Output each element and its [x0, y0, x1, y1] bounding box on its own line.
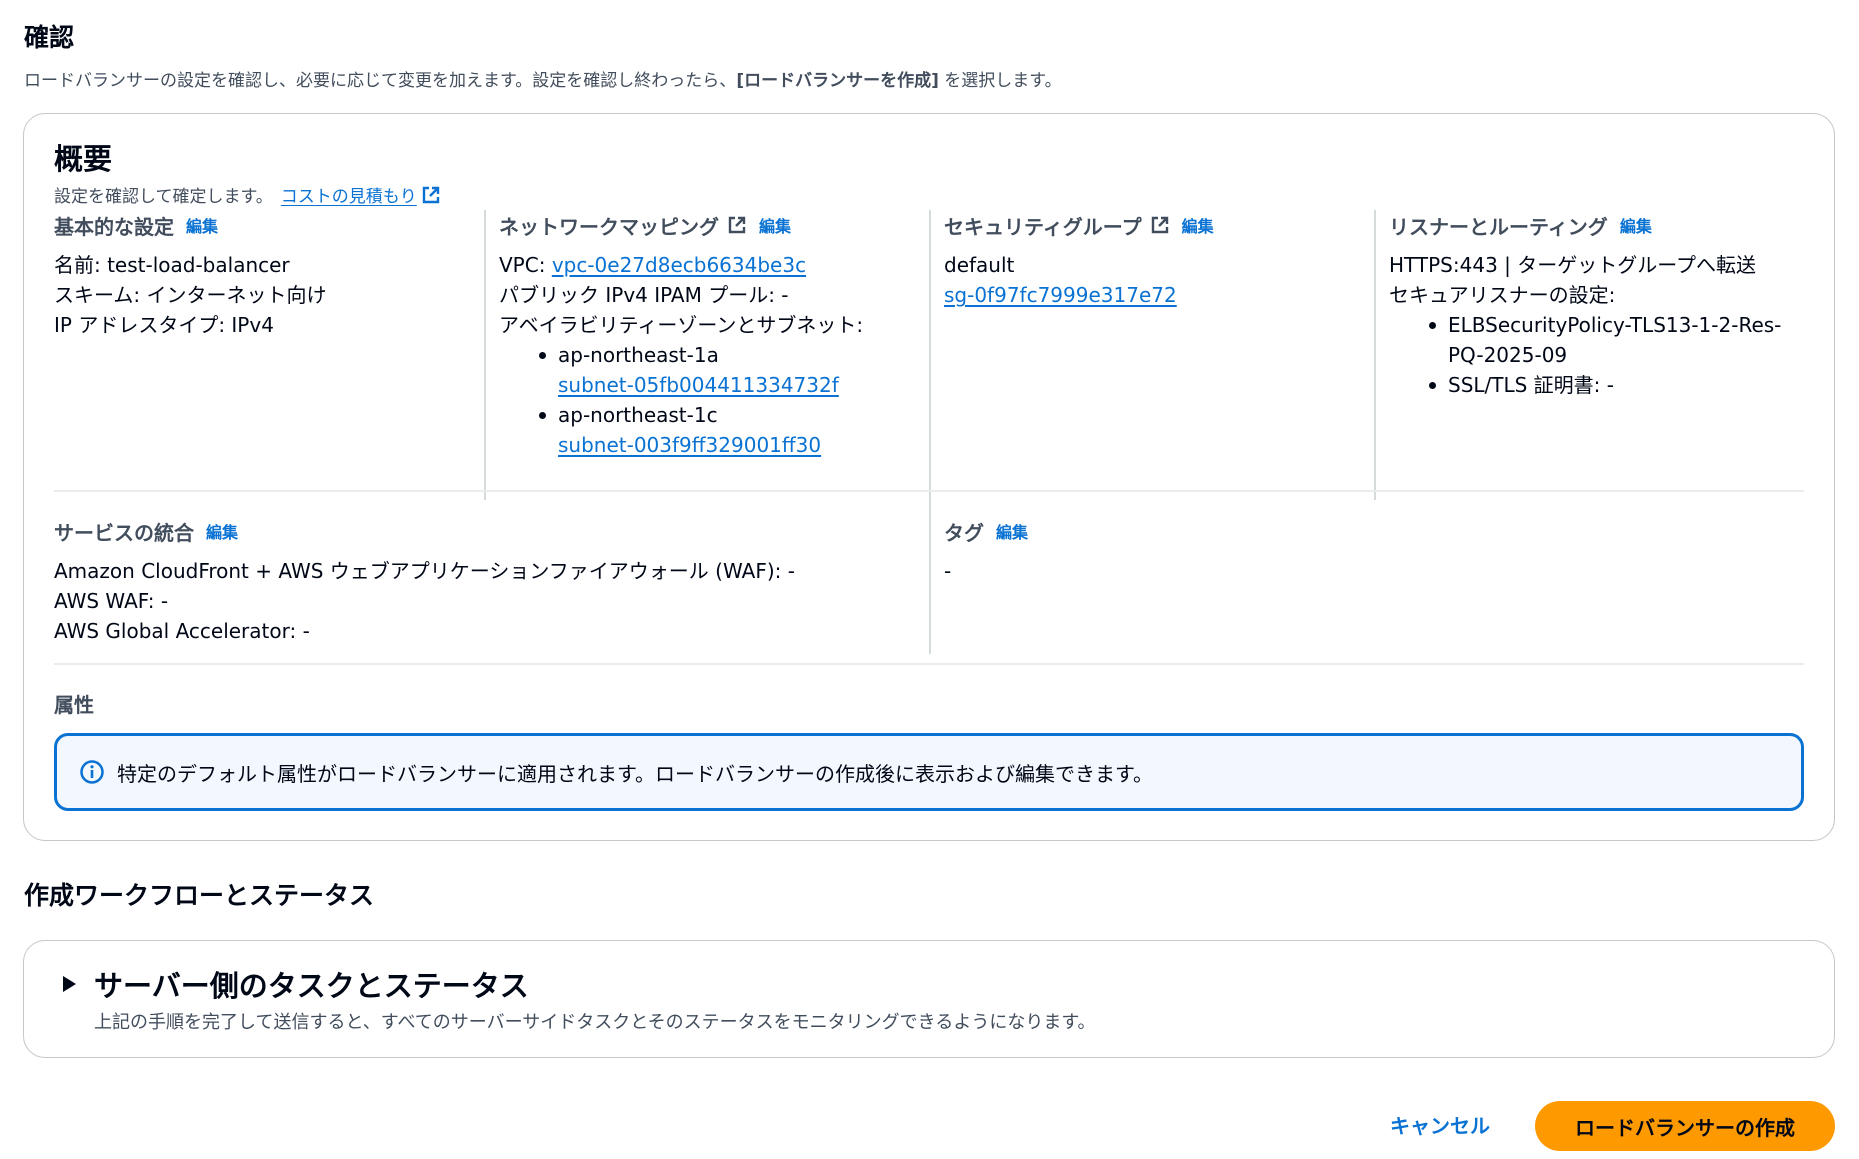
workflow-title: 作成ワークフローとステータス	[24, 881, 375, 910]
secure-listener-list: ELBSecurityPolicy-TLS13-1-2-Res- PQ-2025-…	[1429, 310, 1819, 400]
lb-scheme: スキーム: インターネット向け	[54, 283, 327, 307]
basic-settings-edit-link[interactable]: 編集	[186, 213, 218, 237]
tags-section: タグ 編集 -	[944, 516, 1804, 666]
external-link-icon[interactable]	[421, 185, 441, 205]
basic-settings-title: 基本的な設定	[54, 214, 174, 239]
tags-value: -	[944, 559, 952, 583]
review-title: 確認	[24, 23, 75, 52]
aws-waf: AWS WAF: -	[54, 589, 169, 613]
cost-estimate-link[interactable]: コストの見積もり	[281, 182, 417, 207]
attributes-title: 属性	[54, 692, 94, 717]
column-divider	[929, 500, 931, 654]
review-description-suffix: を選択します。	[938, 71, 1062, 91]
lb-ip-type: IP アドレスタイプ: IPv4	[54, 313, 274, 337]
ipam-pool: パブリック IPv4 IPAM プール: -	[499, 283, 789, 307]
list-item: ap-northeast-1c subnet-003f9ff329001ff30	[539, 400, 929, 460]
cloudfront-waf: Amazon CloudFront + AWS ウェブアプリケーションファイアウ…	[54, 559, 795, 583]
listeners-routing-title: リスナーとルーティング	[1389, 214, 1608, 239]
create-load-balancer-button[interactable]: ロードバランサーの作成	[1535, 1101, 1835, 1151]
external-link-icon[interactable]	[727, 215, 747, 235]
summary-subtitle: 設定を確認して確定します。 コストの見積もり	[54, 182, 441, 207]
service-integration-edit-link[interactable]: 編集	[206, 519, 238, 543]
review-description-bold: [ロードバランサーを作成]	[736, 71, 939, 91]
security-policy-line1: ELBSecurityPolicy-TLS13-1-2-Res-	[1448, 313, 1782, 337]
section-divider	[54, 490, 1804, 492]
az-label: アベイラビリティーゾーンとサブネット:	[499, 313, 864, 337]
network-mapping-title: ネットワークマッピング	[499, 214, 719, 239]
security-group-id-link[interactable]: sg-0f97fc7999e317e72	[944, 280, 1374, 310]
server-tasks-title[interactable]: サーバー側のタスクとステータス	[94, 963, 529, 1005]
az-list: ap-northeast-1a subnet-05fb004411334732f …	[539, 340, 929, 460]
listeners-routing-section: リスナーとルーティング 編集 HTTPS:443 | ターゲットグループへ転送 セ…	[1389, 210, 1819, 500]
summary-subtitle-text: 設定を確認して確定します。	[54, 187, 273, 207]
column-divider	[1374, 210, 1376, 500]
attributes-info-alert: 特定のデフォルト属性がロードバランサーに適用されます。ロードバランサーの作成後に…	[54, 733, 1804, 811]
listeners-routing-edit-link[interactable]: 編集	[1620, 213, 1652, 237]
column-divider	[929, 210, 931, 500]
subnet-link[interactable]: subnet-003f9ff329001ff30	[558, 430, 929, 460]
server-tasks-expandable[interactable]: サーバー側のタスクとステータス 上記の手順を完了して送信すると、すべてのサーバー…	[23, 940, 1835, 1058]
server-tasks-description: 上記の手順を完了して送信すると、すべてのサーバーサイドタスクとそのステータスをモ…	[94, 1012, 1096, 1033]
security-groups-edit-link[interactable]: 編集	[1182, 213, 1214, 237]
vpc-row: VPC: vpc-0e27d8ecb6634be3c	[499, 250, 929, 280]
security-group-name: default	[944, 253, 1015, 277]
az-name: ap-northeast-1a	[558, 343, 719, 367]
review-description-prefix: ロードバランサーの設定を確認し、必要に応じて変更を加えます。設定を確認し終わった…	[24, 71, 737, 91]
list-item: ELBSecurityPolicy-TLS13-1-2-Res- PQ-2025-…	[1429, 310, 1819, 370]
tags-edit-link[interactable]: 編集	[996, 519, 1028, 543]
attributes-info-text: 特定のデフォルト属性がロードバランサーに適用されます。ロードバランサーの作成後に…	[117, 761, 1153, 786]
lb-name: 名前: test-load-balancer	[54, 253, 290, 277]
review-description: ロードバランサーの設定を確認し、必要に応じて変更を加えます。設定を確認し終わった…	[24, 66, 1062, 91]
review-page: 確認 ロードバランサーの設定を確認し、必要に応じて変更を加えます。設定を確認し終…	[0, 0, 1859, 1159]
external-link-icon[interactable]	[1150, 215, 1170, 235]
listener-rule: HTTPS:443 | ターゲットグループへ転送	[1389, 253, 1757, 277]
cancel-button[interactable]: キャンセル	[1370, 1101, 1510, 1147]
service-integration-title: サービスの統合	[54, 520, 194, 545]
security-policy-line2: PQ-2025-09	[1448, 343, 1568, 367]
caret-right-icon[interactable]	[59, 974, 79, 994]
column-divider	[484, 210, 486, 500]
security-groups-title: セキュリティグループ	[944, 214, 1142, 239]
section-divider	[54, 663, 1804, 665]
security-groups-section: セキュリティグループ 編集 default sg-0f97fc7999e317e…	[944, 210, 1374, 500]
secure-listener-label: セキュアリスナーの設定:	[1389, 283, 1616, 307]
network-mapping-section: ネットワークマッピング 編集 VPC: vpc-0e27d8ecb6634be3…	[499, 210, 929, 500]
summary-card: 概要 設定を確認して確定します。 コストの見積もり 基本的な設定 編集 名前: t…	[23, 113, 1835, 841]
az-name: ap-northeast-1c	[558, 403, 718, 427]
tags-title: タグ	[944, 520, 984, 545]
attributes-section: 属性	[54, 688, 454, 720]
ssl-certificate: SSL/TLS 証明書: -	[1448, 373, 1614, 397]
network-mapping-edit-link[interactable]: 編集	[759, 213, 791, 237]
list-item: SSL/TLS 証明書: -	[1429, 370, 1819, 400]
vpc-id-link[interactable]: vpc-0e27d8ecb6634be3c	[552, 253, 806, 277]
list-item: ap-northeast-1a subnet-05fb004411334732f	[539, 340, 929, 400]
summary-title: 概要	[54, 142, 113, 176]
info-icon	[79, 759, 105, 785]
vpc-label: VPC:	[499, 253, 552, 277]
service-integration-section: サービスの統合 編集 Amazon CloudFront + AWS ウェブアプリ…	[54, 516, 914, 666]
subnet-link[interactable]: subnet-05fb004411334732f	[558, 370, 929, 400]
basic-settings-section: 基本的な設定 編集 名前: test-load-balancer スキーム: イン…	[54, 210, 469, 500]
global-accelerator: AWS Global Accelerator: -	[54, 619, 310, 643]
